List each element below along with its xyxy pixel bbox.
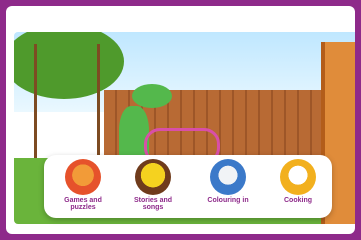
app-frame: Games and puzzles Stories and songs Colo… [0,0,361,240]
menu-item-cooking[interactable]: Cooking [269,159,327,217]
menu-label: Cooking [284,197,312,204]
cooking-pot-icon [280,159,316,195]
paint-brush-icon [210,159,246,195]
content-panel: Games and puzzles Stories and songs Colo… [6,6,355,234]
puzzle-icon [65,159,101,195]
activity-menu-bar: Games and puzzles Stories and songs Colo… [44,155,332,218]
menu-label: Games and puzzles [64,197,102,211]
menu-item-colouring-in[interactable]: Colouring in [199,159,257,217]
dragon-head [132,84,172,108]
menu-item-games-and-puzzles[interactable]: Games and puzzles [54,159,112,217]
menu-label: Colouring in [207,197,249,204]
menu-item-stories-and-songs[interactable]: Stories and songs [124,159,182,217]
music-note-icon [135,159,171,195]
swing-frame [34,44,100,159]
menu-label: Stories and songs [133,197,173,211]
